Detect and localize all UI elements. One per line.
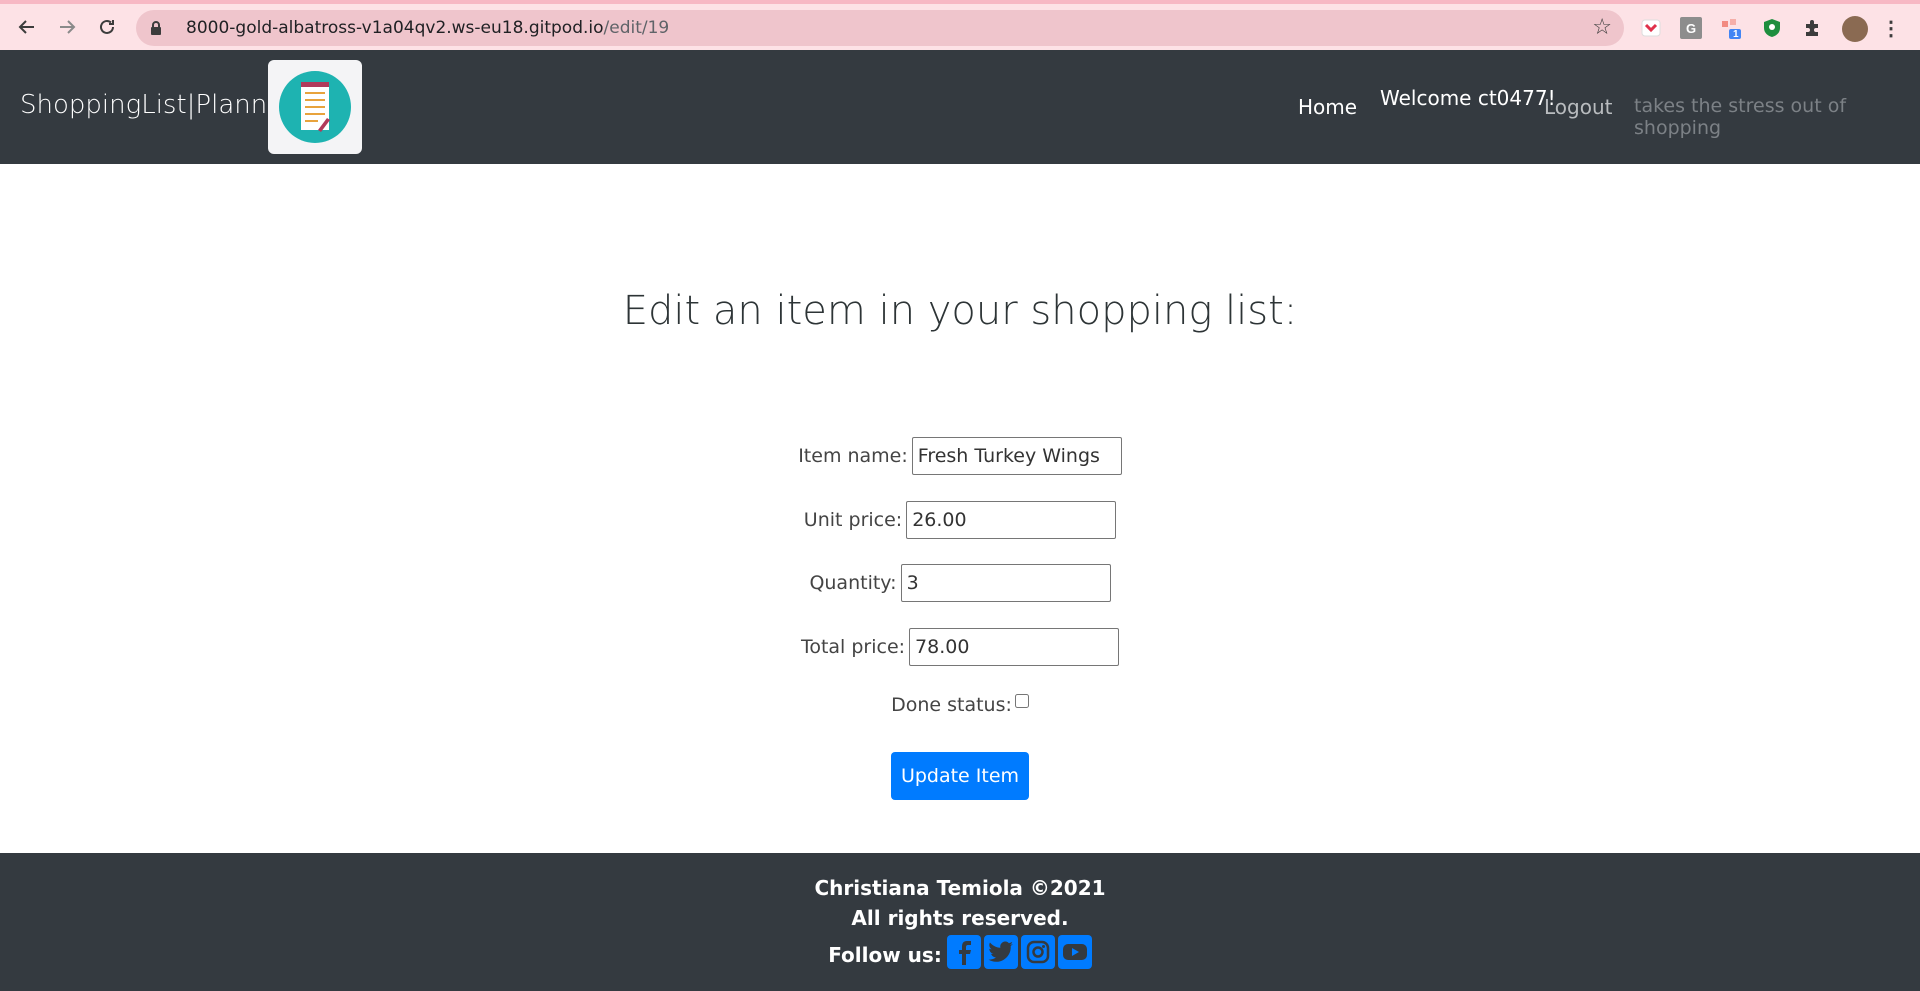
done-status-label: Done status:	[891, 694, 1012, 716]
total-price-row: Total price:	[0, 628, 1920, 666]
footer: Christiana Temiola ©2021 All rights rese…	[0, 853, 1920, 991]
twitter-icon[interactable]	[983, 935, 1018, 969]
lock-icon	[150, 21, 172, 35]
browser-toolbar: 8000-gold-albatross-v1a04qv2.ws-eu18.git…	[0, 0, 1920, 50]
url-path: /edit/19	[603, 18, 670, 38]
done-status-row: Done status:	[0, 694, 1920, 716]
ext-badge-icon[interactable]: 1	[1720, 17, 1742, 40]
shopping-list-logo	[268, 60, 362, 154]
bookmark-star-icon[interactable]: ☆	[1592, 15, 1612, 40]
back-icon[interactable]	[12, 12, 42, 42]
welcome-text: Welcome ct0477!	[1380, 86, 1556, 110]
total-price-input[interactable]	[909, 628, 1120, 666]
pocket-extension-icon[interactable]	[1640, 17, 1662, 39]
brand-title[interactable]: ShoppingList|Planner	[20, 90, 294, 120]
tagline: takes the stress out of shopping	[1634, 95, 1847, 139]
profile-avatar[interactable]	[1842, 16, 1868, 42]
nav-logout-link[interactable]: Logout	[1544, 95, 1612, 119]
address-bar[interactable]: 8000-gold-albatross-v1a04qv2.ws-eu18.git…	[136, 10, 1624, 46]
youtube-icon[interactable]	[1057, 935, 1092, 969]
footer-rights: All rights reserved.	[851, 906, 1069, 930]
footer-copyright: Christiana Temiola ©2021	[814, 876, 1106, 900]
unit-price-label: Unit price:	[803, 509, 903, 531]
total-price-label: Total price:	[800, 636, 906, 658]
shield-extension-icon[interactable]	[1761, 17, 1783, 39]
browser-menu-icon[interactable]: ⋮	[1880, 17, 1902, 40]
page-title: Edit an item in your shopping list:	[622, 288, 1298, 334]
instagram-icon[interactable]	[1020, 935, 1055, 969]
quantity-row: Quantity:	[0, 564, 1920, 602]
unit-price-input[interactable]	[906, 501, 1117, 539]
done-status-checkbox[interactable]	[1014, 694, 1029, 708]
quantity-input[interactable]	[900, 564, 1111, 602]
extensions-puzzle-icon[interactable]	[1801, 17, 1823, 39]
follow-us-row: Follow us:	[0, 935, 1920, 969]
item-name-input[interactable]	[911, 437, 1122, 475]
item-name-row: Item name:	[0, 437, 1920, 475]
grammarly-extension-icon[interactable]: G	[1680, 17, 1702, 39]
extension-badge-count: 1	[1733, 29, 1739, 40]
follow-us-label: Follow us:	[828, 943, 942, 967]
site-navbar: ShoppingList|Planner Home Welcome ct0477…	[0, 50, 1920, 164]
quantity-label: Quantity:	[809, 572, 897, 594]
forward-icon[interactable]	[52, 12, 82, 42]
item-name-label: Item name:	[798, 445, 908, 467]
reload-icon[interactable]	[92, 12, 122, 42]
unit-price-row: Unit price:	[0, 501, 1920, 539]
nav-home-link[interactable]: Home	[1298, 95, 1357, 119]
url-host: 8000-gold-albatross-v1a04qv2.ws-eu18.git…	[186, 18, 604, 38]
facebook-icon[interactable]	[946, 935, 981, 969]
update-item-button[interactable]: Update Item	[891, 752, 1029, 800]
